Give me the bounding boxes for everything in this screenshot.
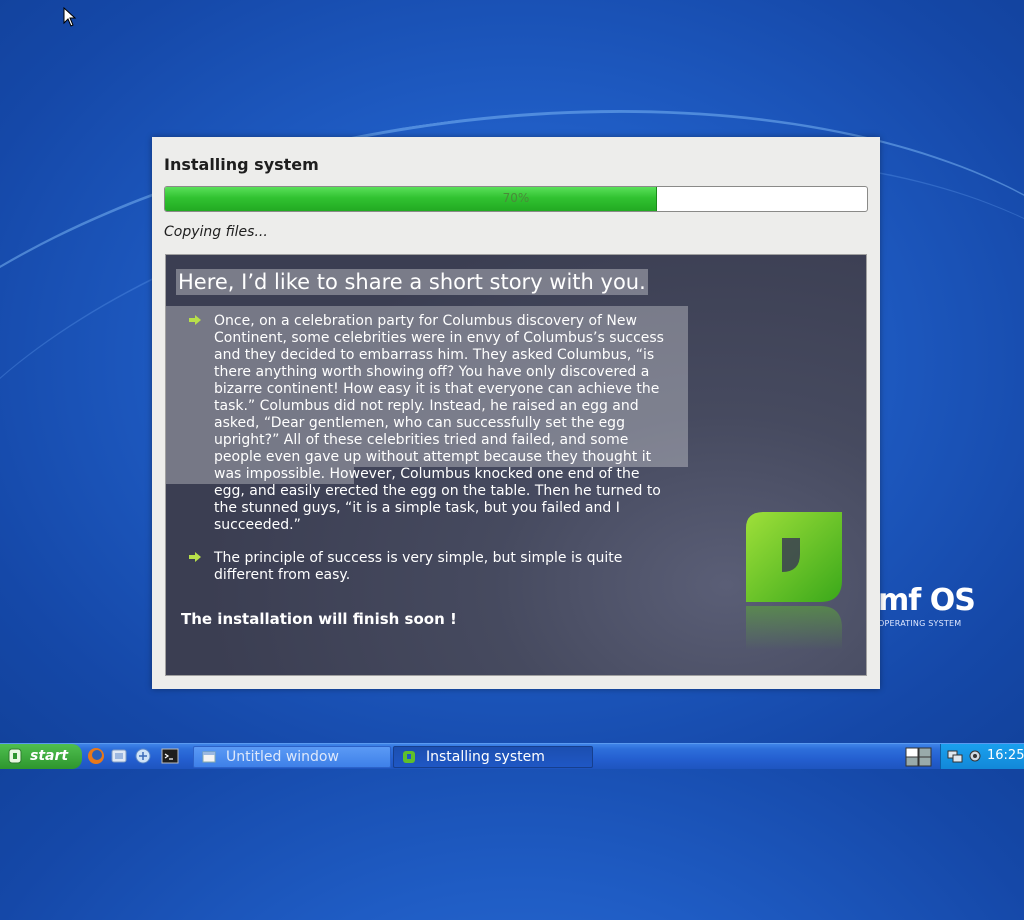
task-label: Untitled window: [226, 749, 339, 765]
slide-heading: Here, I’d like to share a short story wi…: [176, 269, 648, 295]
installer-title: Installing system: [164, 155, 319, 174]
task-label: Installing system: [426, 749, 545, 765]
brand-name: mf OS: [878, 583, 976, 618]
workspace-pager-icon[interactable]: [905, 747, 933, 767]
terminal-icon[interactable]: [160, 746, 180, 766]
story-paragraph: Once, on a celebration party for Columbu…: [214, 313, 664, 533]
settings-tool-icon[interactable]: [967, 748, 983, 764]
installer-icon: [403, 751, 415, 763]
network-status-icon[interactable]: [947, 748, 963, 764]
slideshow-panel: Here, I’d like to share a short story wi…: [165, 254, 867, 676]
network-icon[interactable]: [133, 746, 153, 766]
arrow-bullet-icon: [189, 552, 201, 562]
mouse-cursor-icon: [63, 7, 77, 27]
finish-note: The installation will finish soon !: [181, 610, 457, 628]
start-logo-icon: [8, 748, 22, 764]
status-text: Copying files...: [164, 224, 268, 240]
progress-label: 70%: [502, 191, 530, 205]
os-logo-icon: [746, 512, 842, 650]
file-manager-icon[interactable]: [109, 746, 129, 766]
start-button[interactable]: start: [0, 744, 82, 769]
arrow-bullet-icon: [189, 315, 201, 325]
task-untitled-window[interactable]: Untitled window: [193, 746, 391, 768]
firefox-icon[interactable]: [86, 746, 106, 766]
clock: 16:25: [987, 748, 1024, 763]
task-installing-system[interactable]: Installing system: [393, 746, 593, 768]
brand-tagline: OPERATING SYSTEM: [878, 619, 962, 628]
desktop-brand: mf OS OPERATING SYSTEM: [878, 583, 976, 629]
window-icon: [202, 751, 216, 763]
principle-paragraph: The principle of success is very simple,…: [214, 550, 623, 583]
taskbar: start Untitled window Installing system: [0, 743, 1024, 769]
installer-window: Installing system 70% Copying files... H…: [152, 137, 880, 689]
progress-bar: 70%: [164, 186, 868, 212]
start-label: start: [30, 748, 69, 764]
